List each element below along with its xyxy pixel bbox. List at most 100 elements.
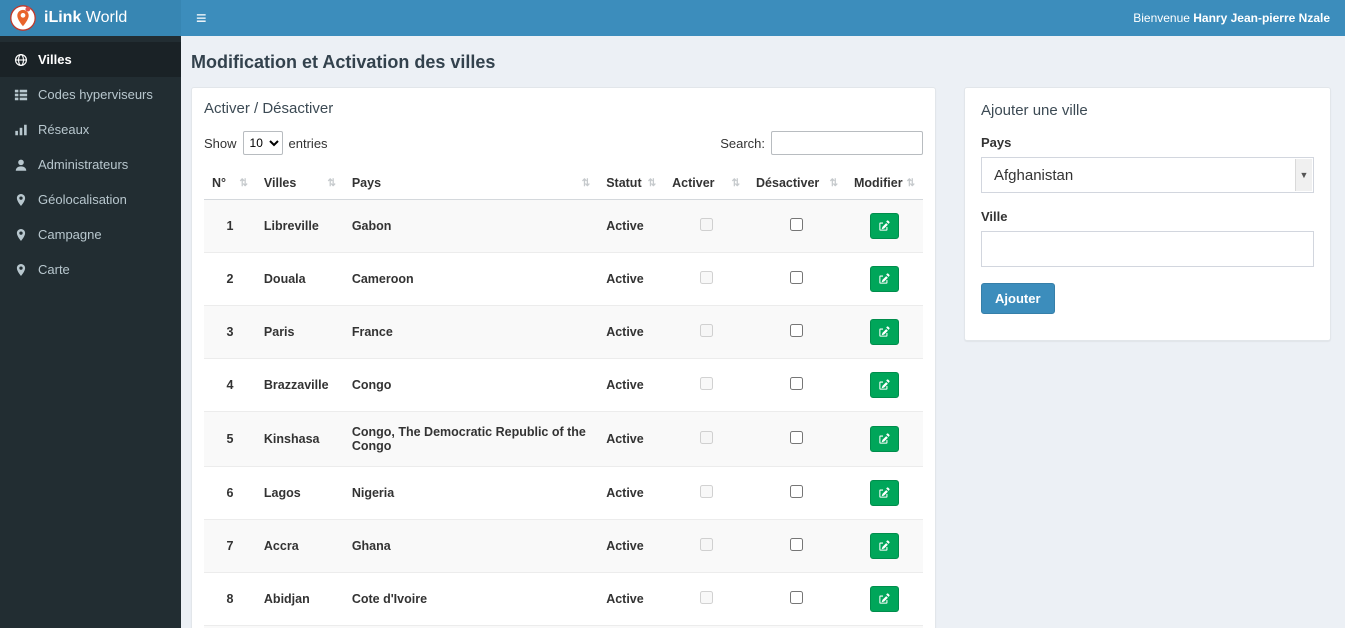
top-navbar: ≡ Bienvenue Hanry Jean-pierre Nzale xyxy=(181,0,1345,36)
cell-statut: Active xyxy=(598,411,665,467)
desactiver-checkbox[interactable] xyxy=(790,271,804,284)
edit-button[interactable] xyxy=(869,426,899,452)
cell-num: 5 xyxy=(204,411,256,467)
edit-pencil-icon xyxy=(879,273,891,284)
cell-pays: Cote d'Ivoire xyxy=(343,572,599,626)
map-marker-icon xyxy=(16,193,26,206)
pays-select-wrap: Afghanistan ▼ xyxy=(981,157,1314,193)
sidebar-item-codes-hyperviseurs[interactable]: Codes hyperviseurs xyxy=(0,77,181,112)
pays-select[interactable]: Afghanistan xyxy=(982,158,1313,192)
activer-checkbox xyxy=(699,591,713,604)
edit-button[interactable] xyxy=(869,586,899,612)
sidebar-item-label: Géolocalisation xyxy=(38,192,127,207)
sidebar-item-label: Carte xyxy=(38,262,70,277)
cell-statut: Active xyxy=(598,305,665,359)
activer-checkbox xyxy=(699,377,713,390)
table-row: 4 Brazzaville Congo Active xyxy=(204,358,923,412)
sidebar-item-label: Administrateurs xyxy=(38,157,129,172)
cell-num: 2 xyxy=(204,252,256,306)
sidebar-item-geolocalisation[interactable]: Géolocalisation xyxy=(0,182,181,217)
sidebar-item-carte[interactable]: Carte xyxy=(0,252,181,287)
desactiver-checkbox[interactable] xyxy=(790,218,804,231)
table-row: 8 Abidjan Cote d'Ivoire Active xyxy=(204,572,923,626)
brand-rest: World xyxy=(81,9,128,26)
table-row: 3 Paris France Active xyxy=(204,305,923,359)
desactiver-checkbox[interactable] xyxy=(790,431,804,444)
cell-ville: Libreville xyxy=(255,199,344,253)
column-header-num[interactable]: N° ⇅ xyxy=(204,167,256,200)
column-header-activer[interactable]: Activer ⇅ xyxy=(664,167,749,200)
edit-button[interactable] xyxy=(869,319,899,345)
cell-statut: Active xyxy=(598,466,665,520)
column-header-statut[interactable]: Statut ⇅ xyxy=(598,167,665,200)
cell-statut: Active xyxy=(598,519,665,573)
user-icon xyxy=(15,159,27,171)
ajouter-button[interactable]: Ajouter xyxy=(981,283,1055,314)
cell-ville: Abidjan xyxy=(255,572,344,626)
cell-ville: Accra xyxy=(255,519,344,573)
sort-icon: ⇅ xyxy=(731,177,741,189)
table-row: 6 Lagos Nigeria Active xyxy=(204,466,923,520)
column-header-villes[interactable]: Villes ⇅ xyxy=(255,167,344,200)
brand-title: iLink World xyxy=(44,9,127,27)
app-logo-icon xyxy=(10,5,36,31)
edit-button[interactable] xyxy=(869,266,899,292)
sort-icon: ⇅ xyxy=(829,177,838,189)
column-header-pays[interactable]: Pays ⇅ xyxy=(343,167,599,200)
table-body: 1 Libreville Gabon Active 2 Douala Camer… xyxy=(204,199,923,628)
page-length-select[interactable]: 10 xyxy=(242,131,283,155)
show-entries-control: Show 10 entries xyxy=(204,131,328,155)
cell-pays: Nigeria xyxy=(343,466,599,520)
activer-checkbox xyxy=(699,324,713,337)
cell-num: 6 xyxy=(204,466,256,520)
sort-icon: ⇅ xyxy=(906,177,915,189)
sidebar-item-villes[interactable]: Villes xyxy=(0,42,181,77)
sidebar-item-reseaux[interactable]: Réseaux xyxy=(0,112,181,147)
show-label: Show xyxy=(204,135,237,151)
edit-button[interactable] xyxy=(869,372,899,398)
edit-pencil-icon xyxy=(879,220,891,231)
search-input[interactable] xyxy=(771,131,923,155)
table-row: 2 Douala Cameroon Active xyxy=(204,252,923,306)
activer-checkbox xyxy=(699,485,713,498)
cities-table: N° ⇅ Villes ⇅ Pays ⇅ Statut ⇅ Activer ⇅ Désac… xyxy=(204,167,923,628)
desactiver-checkbox[interactable] xyxy=(790,377,804,390)
activer-checkbox xyxy=(699,218,713,231)
edit-button[interactable] xyxy=(869,533,899,559)
desactiver-checkbox[interactable] xyxy=(790,538,804,551)
search-label: Search: xyxy=(720,135,765,151)
brand: iLink World xyxy=(0,0,181,36)
table-row: 1 Libreville Gabon Active xyxy=(204,199,923,253)
desactiver-checkbox[interactable] xyxy=(790,591,804,604)
welcome-user-name: Hanry Jean-pierre Nzale xyxy=(1193,11,1330,25)
cell-pays: France xyxy=(343,305,599,359)
table-row: 5 Kinshasa Congo, The Democratic Republi… xyxy=(204,411,923,467)
edit-button[interactable] xyxy=(869,480,899,506)
desactiver-checkbox[interactable] xyxy=(790,324,804,337)
column-header-modifier[interactable]: Modifier ⇅ xyxy=(845,167,923,200)
cell-ville: Brazzaville xyxy=(255,358,344,412)
cell-statut: Active xyxy=(598,572,665,626)
cell-ville: Kinshasa xyxy=(255,411,344,467)
desactiver-checkbox[interactable] xyxy=(790,485,804,498)
cell-statut: Active xyxy=(598,199,665,253)
cell-pays: Ghana xyxy=(343,519,599,573)
activer-checkbox xyxy=(699,538,713,551)
sidebar-toggle-icon[interactable]: ≡ xyxy=(196,9,207,27)
ville-input[interactable] xyxy=(981,231,1314,267)
sidebar-item-administrateurs[interactable]: Administrateurs xyxy=(0,147,181,182)
edit-button[interactable] xyxy=(869,213,899,239)
cell-ville: Lagos xyxy=(255,466,344,520)
cell-pays: Gabon xyxy=(343,199,599,253)
activer-checkbox xyxy=(699,431,713,444)
list-icon xyxy=(14,89,28,100)
sort-icon: ⇅ xyxy=(327,177,336,189)
ville-label: Ville xyxy=(981,209,1008,224)
sidebar-item-campagne[interactable]: Campagne xyxy=(0,217,181,252)
cell-ville: Douala xyxy=(255,252,344,306)
column-header-desactiver[interactable]: Désactiver ⇅ xyxy=(748,167,846,200)
table-panel-title: Activer / Désactiver xyxy=(204,100,334,117)
entries-label: entries xyxy=(288,135,328,151)
cell-num: 4 xyxy=(204,358,256,412)
sidebar-item-label: Codes hyperviseurs xyxy=(38,87,153,102)
